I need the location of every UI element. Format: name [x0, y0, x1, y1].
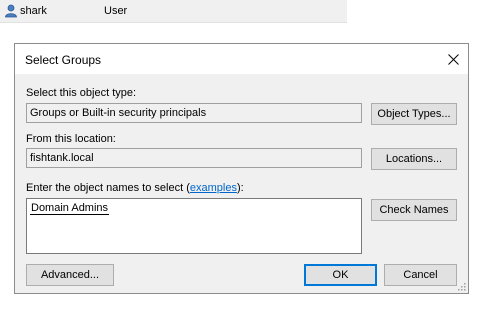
object-names-input[interactable]: Domain Admins [26, 198, 362, 254]
background-user-list: shark User [0, 0, 347, 23]
enter-names-label-prefix: Enter the object names to select ( [26, 182, 190, 194]
user-icon [4, 4, 18, 18]
advanced-button[interactable]: Advanced... [26, 264, 114, 286]
check-names-button[interactable]: Check Names [371, 199, 457, 221]
dialog-title: Select Groups [25, 53, 102, 67]
list-item-type: User [104, 5, 128, 17]
locations-button[interactable]: Locations... [371, 148, 457, 170]
examples-link[interactable]: examples [190, 182, 237, 194]
object-types-button[interactable]: Object Types... [371, 103, 457, 125]
object-type-field: Groups or Built-in security principals [26, 103, 362, 123]
close-button[interactable] [438, 44, 468, 74]
dialog-titlebar[interactable]: Select Groups [15, 44, 468, 74]
close-icon [447, 53, 459, 65]
ok-button[interactable]: OK [304, 264, 377, 286]
enter-names-label: Enter the object names to select (exampl… [26, 182, 244, 194]
entered-name: Domain Admins [30, 202, 110, 215]
list-item-name: shark [20, 5, 47, 17]
location-label: From this location: [26, 133, 116, 145]
select-groups-dialog: Select Groups Select this object type: G… [14, 43, 469, 294]
resize-grip-icon[interactable] [456, 281, 466, 291]
enter-names-label-suffix: ): [236, 182, 244, 194]
location-field: fishtank.local [26, 148, 362, 168]
cancel-button[interactable]: Cancel [384, 264, 457, 286]
object-type-label: Select this object type: [26, 87, 137, 99]
list-item[interactable]: shark User [0, 2, 347, 20]
